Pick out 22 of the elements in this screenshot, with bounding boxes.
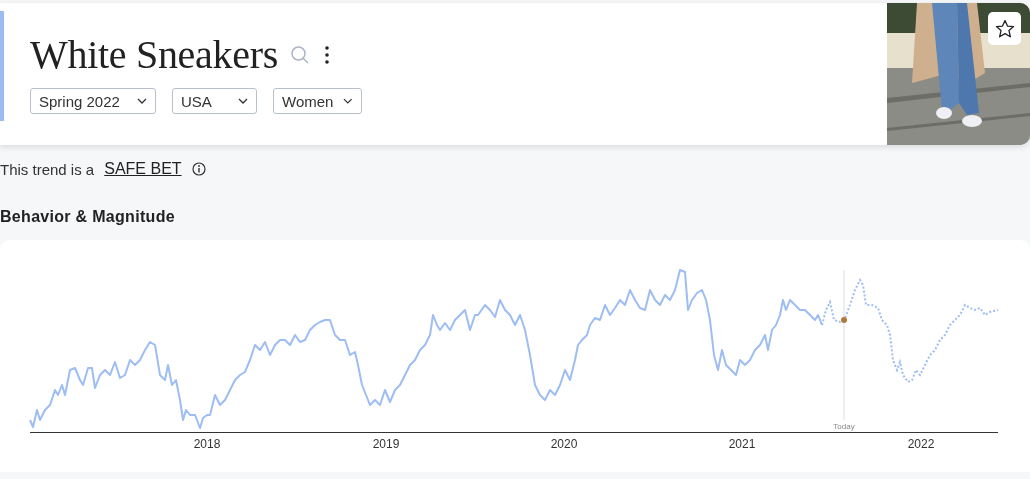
verdict-text: This trend is a xyxy=(0,160,95,178)
star-icon xyxy=(994,18,1015,39)
more-icon xyxy=(323,44,330,65)
today-label: Today xyxy=(833,422,855,431)
chevron-down-icon xyxy=(343,98,353,104)
axis-label: 2022 xyxy=(907,437,935,451)
chevron-down-icon xyxy=(238,98,248,104)
favorite-button[interactable] xyxy=(988,12,1021,45)
verdict-link[interactable]: SAFE BET xyxy=(104,160,182,178)
today-marker xyxy=(841,317,847,323)
page-title: White Sneakers xyxy=(30,31,278,78)
chevron-down-icon xyxy=(137,98,147,104)
search-icon xyxy=(289,44,310,65)
axis-label: 2019 xyxy=(372,437,400,451)
axis-label: 2018 xyxy=(193,437,221,451)
axis-label: 2020 xyxy=(550,437,578,451)
axis-label: 2021 xyxy=(728,437,756,451)
section-title: Behavior & Magnitude xyxy=(0,208,176,226)
filter-dropdown[interactable]: Spring 2022 xyxy=(30,88,156,114)
filter-dropdown[interactable]: USA xyxy=(172,88,257,114)
filter-dropdown[interactable]: Women xyxy=(273,88,362,114)
info-icon xyxy=(191,162,206,176)
